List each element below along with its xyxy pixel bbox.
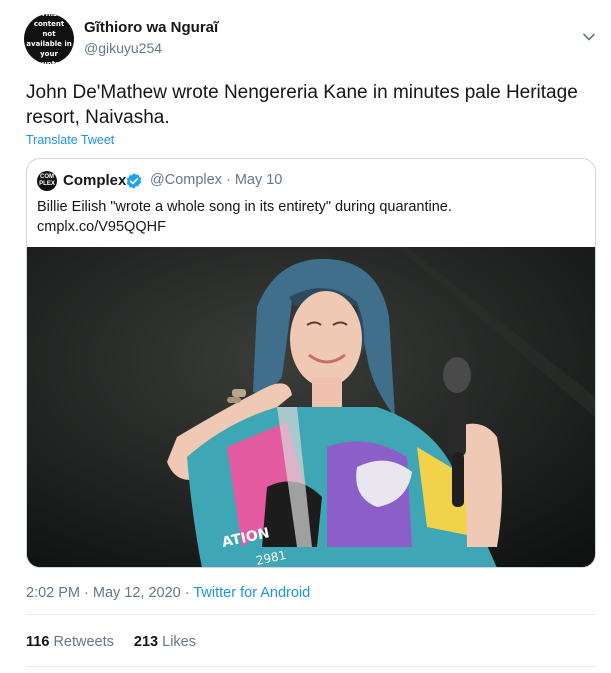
- avatar[interactable]: This content not available in your count…: [24, 14, 74, 64]
- avatar-text: This content not available in your count…: [26, 14, 72, 64]
- tweet-text: John De'Mathew wrote Nengereria Kane in …: [26, 82, 578, 128]
- likes-count: 213: [133, 634, 159, 650]
- retweets-label: Retweets: [53, 634, 114, 650]
- quoted-photo[interactable]: ATION 2981: [27, 247, 595, 567]
- chevron-down-icon[interactable]: [582, 30, 596, 44]
- tweet-meta: 2:02 PM · May 12, 2020 · Twitter for And…: [26, 585, 310, 601]
- quoted-author-name[interactable]: Complex: [63, 172, 126, 189]
- retweets-count: 116: [26, 634, 50, 650]
- verified-badge-icon: [126, 173, 142, 189]
- likes-stat[interactable]: 213 Likes: [134, 634, 196, 650]
- translate-tweet-link[interactable]: Translate Tweet: [26, 133, 114, 147]
- divider: [26, 666, 596, 667]
- photo-illustration: ATION 2981: [27, 247, 595, 567]
- quoted-text-line: Billie Eilish "wrote a whole song in its…: [37, 199, 452, 215]
- likes-label: Likes: [162, 634, 196, 650]
- retweets-stat[interactable]: 116 Retweets: [26, 634, 114, 650]
- tweet-stats: 116 Retweets 213 Likes: [26, 634, 196, 650]
- source-link[interactable]: Twitter for Android: [193, 585, 310, 601]
- author-name[interactable]: Gĩthioro wa Ngurаĩ: [84, 19, 218, 36]
- tweet-card: This content not available in your count…: [0, 0, 611, 673]
- complex-logo-avatar[interactable]: COM PLEX: [37, 171, 57, 191]
- divider: [26, 614, 596, 615]
- timestamp[interactable]: 2:02 PM · May 12, 2020 ·: [26, 585, 193, 601]
- quoted-link[interactable]: cmplx.co/V95QQHF: [37, 217, 587, 237]
- complex-logo-text: COM PLEX: [39, 174, 55, 187]
- author-handle[interactable]: @gikuyu254: [84, 40, 162, 56]
- quoted-tweet[interactable]: COM PLEX Complex @Complex · May 10 Billi…: [26, 158, 596, 568]
- quoted-text: Billie Eilish "wrote a whole song in its…: [37, 197, 587, 237]
- quoted-handle-date: @Complex · May 10: [150, 172, 283, 188]
